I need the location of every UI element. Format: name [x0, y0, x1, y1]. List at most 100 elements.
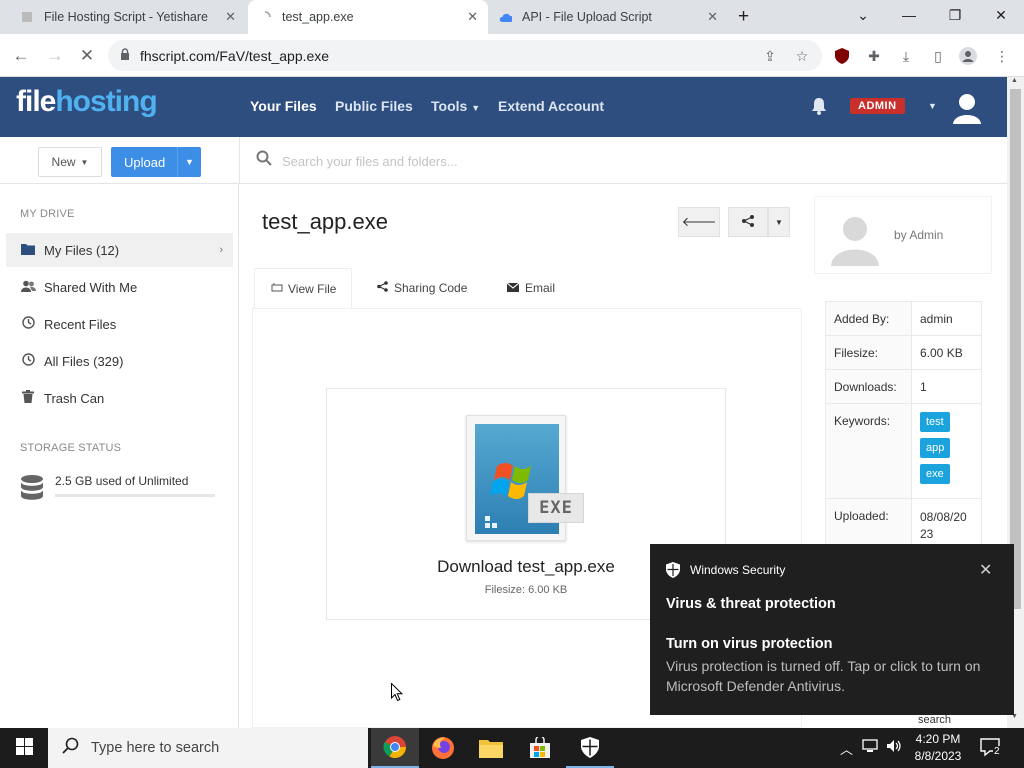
sidebar: MY DRIVE My Files (12) › Shared With Me … — [0, 184, 239, 728]
sidebar-item-recent[interactable]: Recent Files — [6, 307, 233, 341]
taskbar-security-icon[interactable] — [566, 728, 614, 768]
mouse-cursor-icon — [391, 682, 404, 705]
new-button[interactable]: New ▼ — [38, 147, 102, 177]
info-label: Added By: — [825, 301, 912, 336]
notification-title: Virus & threat protection — [666, 596, 836, 612]
storage-progress-bar — [55, 494, 215, 497]
taskbar-store-icon[interactable] — [516, 728, 564, 768]
start-button[interactable] — [0, 728, 48, 768]
back-icon[interactable]: ← — [8, 43, 34, 69]
sidebar-item-trash[interactable]: Trash Can — [6, 381, 233, 415]
windows-security-notification[interactable]: Windows Security ✕ Virus & threat protec… — [650, 544, 1014, 715]
info-label: Filesize: — [825, 335, 912, 370]
keyword-tag[interactable]: exe — [920, 464, 950, 484]
search-icon — [256, 150, 272, 171]
sidebar-item-label: Trash Can — [44, 390, 105, 406]
my-drive-heading: MY DRIVE — [20, 208, 75, 220]
forward-icon[interactable]: → — [42, 43, 68, 69]
exe-label: EXE — [528, 493, 584, 523]
restore-icon[interactable]: ❐ — [932, 0, 978, 30]
tab-search-icon[interactable]: ⌄ — [840, 0, 886, 30]
storage-heading: STORAGE STATUS — [20, 442, 122, 454]
ublock-icon[interactable] — [832, 46, 852, 66]
cloud-upload-icon — [498, 10, 512, 24]
share-icon[interactable]: ⇪ — [760, 46, 780, 66]
bookmark-star-icon[interactable]: ☆ — [792, 46, 812, 66]
taskbar-firefox-icon[interactable] — [419, 728, 467, 768]
nav-tools[interactable]: Tools ▼ — [431, 98, 480, 114]
taskbar-search-box[interactable]: Type here to search — [48, 728, 368, 768]
close-window-icon[interactable]: ✕ — [978, 0, 1024, 30]
new-tab-icon[interactable]: + — [738, 6, 749, 28]
share-dropdown-button[interactable]: ▼ — [768, 207, 790, 237]
taskbar-chrome-icon[interactable] — [371, 728, 419, 768]
upload-button[interactable]: Upload ▼ — [111, 147, 201, 177]
browser-tab-test-app[interactable]: test_app.exe ✕ — [248, 0, 488, 34]
clock-date: 8/8/2023 — [914, 749, 962, 763]
tab-label: API - File Upload Script — [522, 10, 652, 24]
scrollbar-thumb[interactable] — [1010, 89, 1021, 609]
tab-label: Email — [525, 281, 556, 295]
download-icon[interactable]: ⤓ — [896, 46, 916, 66]
table-row: Added By: admin — [825, 301, 982, 336]
tab-label: View File — [288, 281, 337, 296]
keyword-list: test app exe — [911, 403, 982, 499]
address-bar[interactable]: fhscript.com/FaV/test_app.exe — [108, 40, 822, 71]
browser-menu-icon[interactable]: ⋮ — [992, 46, 1012, 66]
sidebar-item-all-files[interactable]: All Files (329) — [6, 344, 233, 378]
search-input[interactable] — [282, 149, 882, 173]
windows-icon — [15, 738, 33, 758]
tab-close-icon[interactable]: ✕ — [707, 9, 718, 25]
user-avatar-icon[interactable] — [952, 92, 982, 127]
stop-loading-icon[interactable]: ✕ — [74, 43, 100, 69]
bell-icon[interactable] — [810, 97, 828, 118]
file-toolbar: New ▼ Upload ▼ — [0, 137, 1007, 184]
site-logo[interactable]: filehosting — [16, 85, 158, 119]
back-button[interactable]: 🡐 — [678, 207, 720, 237]
eye-icon — [271, 282, 283, 296]
tab-loading-icon — [258, 10, 272, 24]
tab-close-icon[interactable]: ✕ — [467, 9, 478, 25]
tab-email[interactable]: Email — [506, 268, 556, 308]
browser-tab-api[interactable]: API - File Upload Script ✕ — [488, 0, 728, 34]
tab-favicon-icon — [20, 10, 34, 24]
upload-caret-icon[interactable]: ▼ — [177, 147, 201, 177]
volume-icon[interactable] — [886, 739, 902, 756]
share-button[interactable] — [728, 207, 768, 237]
profile-icon[interactable] — [958, 46, 978, 66]
caret-down-icon: ▼ — [775, 217, 783, 227]
keyword-tag[interactable]: app — [920, 438, 951, 458]
sidebar-item-shared[interactable]: Shared With Me — [6, 270, 233, 304]
tray-chevron-up-icon[interactable]: ︿ — [840, 739, 853, 758]
close-icon[interactable]: ✕ — [979, 560, 992, 580]
scroll-up-icon[interactable]: ▲ — [1011, 77, 1018, 84]
taskbar-search-placeholder: Type here to search — [91, 740, 220, 756]
taskbar-file-explorer-icon[interactable] — [467, 728, 515, 768]
sidebar-item-my-files[interactable]: My Files (12) › — [6, 233, 233, 267]
notification-center-icon[interactable]: 2 — [980, 738, 1002, 761]
side-panel-icon[interactable]: ▯ — [928, 46, 948, 66]
sidebar-item-label: All Files (329) — [44, 353, 124, 369]
page-title: test_app.exe — [262, 209, 388, 234]
tab-sharing-code[interactable]: Sharing Code — [377, 268, 467, 308]
nav-tools-label: Tools — [431, 98, 468, 114]
browser-tab-yetishare[interactable]: File Hosting Script - Yetishare ✕ — [0, 0, 246, 34]
nav-your-files[interactable]: Your Files — [250, 98, 317, 114]
keyword-tag[interactable]: test — [920, 412, 950, 432]
tab-label: test_app.exe — [282, 10, 354, 24]
notification-subtitle: Turn on virus protection — [666, 636, 833, 652]
nav-public-files[interactable]: Public Files — [335, 98, 413, 114]
divider — [239, 137, 240, 184]
table-row: Filesize: 6.00 KB — [825, 335, 982, 370]
nav-extend-account[interactable]: Extend Account — [498, 98, 604, 114]
taskbar-clock[interactable]: 4:20 PM 8/8/2023 — [908, 731, 968, 765]
extensions-puzzle-icon[interactable]: ✚ — [864, 46, 884, 66]
account-caret-icon[interactable]: ▼ — [928, 101, 937, 111]
tab-view-file[interactable]: View File — [254, 268, 352, 308]
table-row: Downloads: 1 — [825, 369, 982, 404]
network-icon[interactable] — [862, 739, 878, 756]
tab-close-icon[interactable]: ✕ — [225, 9, 236, 25]
search-tag[interactable]: search — [918, 714, 951, 726]
browser-toolbar: ← → ✕ fhscript.com/FaV/test_app.exe ⇪ ☆ … — [0, 34, 1024, 77]
minimize-icon[interactable]: — — [886, 0, 932, 30]
